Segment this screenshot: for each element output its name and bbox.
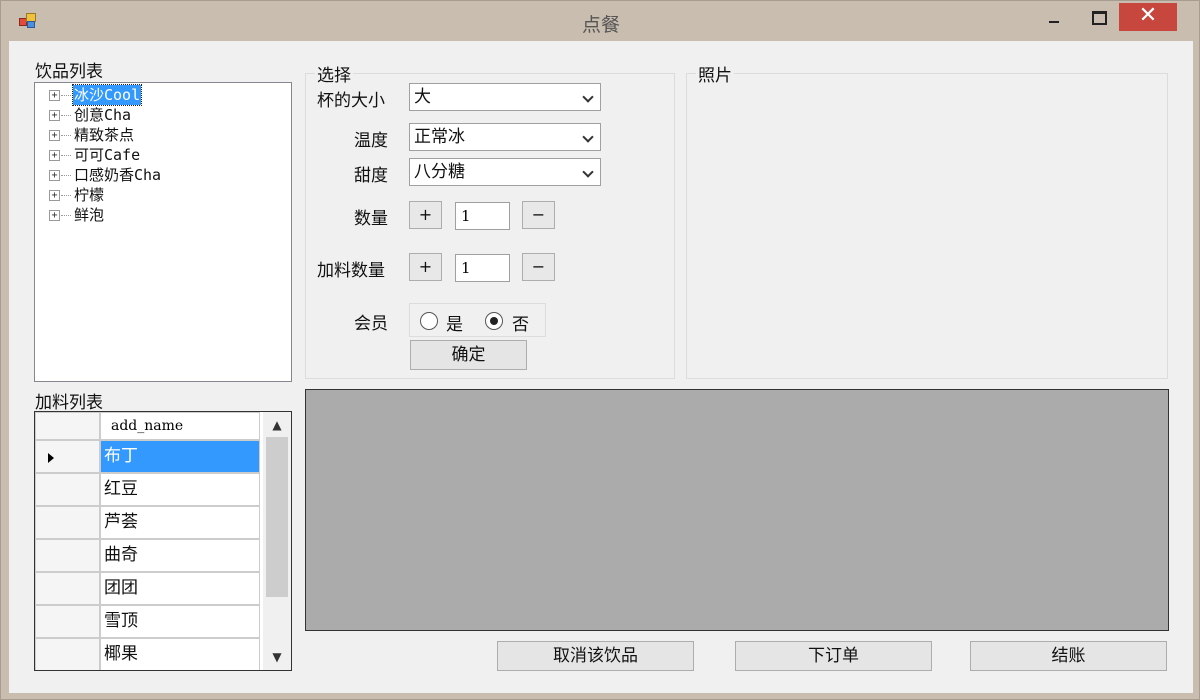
row-header[interactable] [35,572,100,605]
window-title: 点餐 [581,14,620,36]
table-cell[interactable]: 团团 [100,572,260,605]
member-label: 会员 [354,314,388,334]
place-order-button[interactable]: 下订单 [735,641,932,671]
table-cell[interactable]: 椰果 [100,638,260,670]
current-row-icon [48,453,54,463]
expand-icon[interactable]: + [49,170,60,181]
temp-select[interactable]: 正常冰 [409,123,601,151]
table-row[interactable]: 团团 [35,572,260,605]
table-row[interactable]: 布丁 [35,440,260,473]
qty-label: 数量 [354,209,388,229]
table-row[interactable]: 雪顶 [35,605,260,638]
qty-increment-button[interactable]: + [409,201,442,229]
photo-group [686,73,1168,379]
member-yes-label[interactable]: 是 [446,310,463,335]
row-header[interactable] [35,539,100,572]
addons-grid[interactable]: add_name 布丁 红豆 芦荟 曲奇 团团 雪顶 椰果 ▲ ▼ [34,411,292,671]
member-no-radio[interactable] [485,312,503,330]
table-cell[interactable]: 布丁 [100,440,260,473]
maximize-button[interactable] [1081,3,1115,31]
table-row[interactable]: 芦荟 [35,506,260,539]
size-label: 杯的大小 [317,91,385,111]
scroll-up-icon[interactable]: ▲ [263,414,291,436]
cancel-drink-button[interactable]: 取消该饮品 [497,641,694,671]
expand-icon[interactable]: + [49,210,60,221]
vertical-scrollbar[interactable]: ▲ ▼ [263,412,291,670]
size-value: 大 [414,87,431,107]
sweet-label: 甜度 [354,166,388,186]
main-window: 点餐 ✕ 饮品列表 + 冰沙Cool + 创意Cha + 精致茶点 + 可可Ca… [0,0,1200,700]
tree-item-label: 鲜泡 [74,206,105,224]
tree-item-label: 口感奶香Cha [74,166,162,184]
client-area: 饮品列表 + 冰沙Cool + 创意Cha + 精致茶点 + 可可Cafe + … [9,41,1193,693]
select-group-title: 选择 [315,61,353,86]
addons-label: 加料列表 [35,393,103,413]
table-cell[interactable]: 雪顶 [100,605,260,638]
member-no-label[interactable]: 否 [512,310,529,335]
addon-qty-decrement-button[interactable]: − [522,253,555,281]
tree-item-label: 可可Cafe [74,146,141,164]
row-header[interactable] [35,473,100,506]
grid-corner [35,412,100,440]
expand-icon[interactable]: + [49,110,60,121]
tree-item-label: 创意Cha [74,106,132,124]
temp-label: 温度 [354,131,388,151]
temp-value: 正常冰 [414,127,465,147]
drinks-label: 饮品列表 [35,62,103,82]
row-header[interactable] [35,506,100,539]
row-header[interactable] [35,440,100,473]
addon-qty-label: 加料数量 [317,261,385,281]
tree-item-label: 冰沙Cool [71,84,143,106]
tree-item-label: 精致茶点 [74,126,135,144]
row-header[interactable] [35,605,100,638]
title-bar: 点餐 ✕ [1,1,1199,41]
table-cell[interactable]: 芦荟 [100,506,260,539]
chevron-down-icon [582,131,594,143]
table-cell[interactable]: 红豆 [100,473,260,506]
minimize-button[interactable] [1037,3,1071,31]
sweet-select[interactable]: 八分糖 [409,158,601,186]
member-radio-group: 是 否 [409,303,546,337]
addon-qty-input[interactable]: 1 [455,254,510,282]
table-row[interactable]: 红豆 [35,473,260,506]
addon-qty-increment-button[interactable]: + [409,253,442,281]
expand-icon[interactable]: + [49,130,60,141]
checkout-button[interactable]: 结账 [970,641,1167,671]
scroll-thumb[interactable] [266,437,288,597]
chevron-down-icon [582,166,594,178]
sweet-value: 八分糖 [414,162,465,182]
table-cell[interactable]: 曲奇 [100,539,260,572]
expand-icon[interactable]: + [49,90,60,101]
drinks-tree[interactable]: + 冰沙Cool + 创意Cha + 精致茶点 + 可可Cafe + 口感奶香C… [34,82,292,382]
confirm-button[interactable]: 确定 [410,340,527,370]
row-header[interactable] [35,638,100,670]
qty-decrement-button[interactable]: − [522,201,555,229]
expand-icon[interactable]: + [49,190,60,201]
close-button[interactable]: ✕ [1119,3,1177,31]
table-row[interactable]: 椰果 [35,638,260,670]
order-panel[interactable] [305,389,1169,631]
size-select[interactable]: 大 [409,83,601,111]
qty-input[interactable]: 1 [455,202,510,230]
photo-group-title: 照片 [696,61,734,86]
column-header[interactable]: add_name [100,412,260,440]
member-yes-radio[interactable] [420,312,438,330]
expand-icon[interactable]: + [49,150,60,161]
table-row[interactable]: 曲奇 [35,539,260,572]
chevron-down-icon [582,91,594,103]
scroll-down-icon[interactable]: ▼ [263,646,291,668]
tree-item-label: 柠檬 [74,186,105,204]
close-icon: ✕ [1138,3,1158,28]
